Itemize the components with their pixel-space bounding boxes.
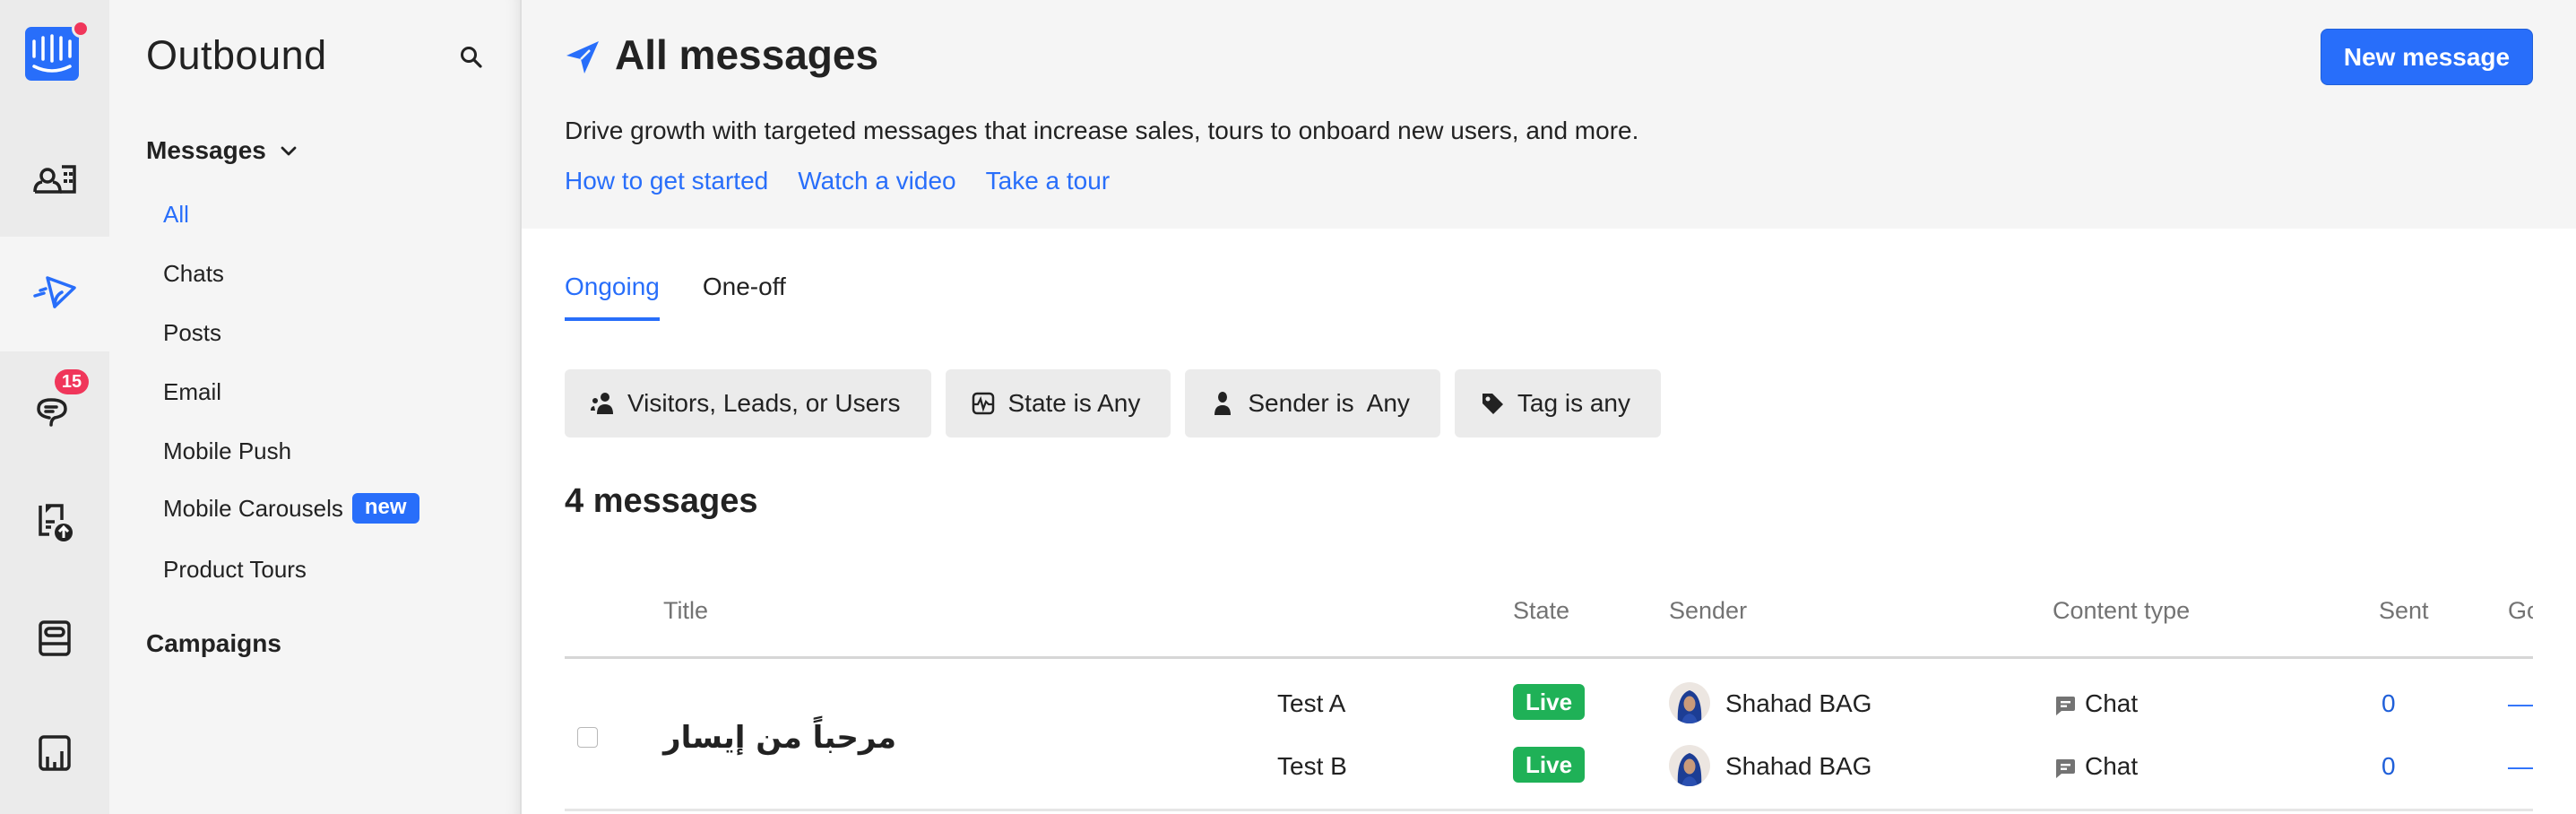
section-label: Campaigns (146, 629, 281, 657)
variant-row: Test A Live Shahad BAG Chat 0 — (565, 673, 2533, 736)
page-description: Drive growth with targeted messages that… (565, 117, 1639, 144)
sidebar-item-label: Email (163, 378, 222, 405)
rail-item-outbound[interactable] (0, 237, 109, 351)
articles-upload-icon (39, 504, 73, 541)
sidebar-item-label: Mobile Carousels (163, 494, 343, 522)
sidebar-item-label: Mobile Push (163, 437, 292, 464)
rail-item-inbox[interactable] (0, 581, 109, 696)
sender-filter[interactable]: Sender is Any (1185, 369, 1440, 437)
sidebar-section-messages[interactable]: Messages (146, 136, 298, 165)
status-badge: Live (1513, 747, 1586, 783)
goal-value: — (2508, 752, 2533, 780)
sender-name: Shahad BAG (1725, 752, 1872, 780)
filter-label: Tag is any (1517, 389, 1630, 417)
outbound-sidebar: Outbound Messages All Chats Posts Email … (109, 0, 522, 814)
goal-value: — (2508, 689, 2533, 717)
sidebar-item-label: Posts (163, 319, 222, 346)
avatar (1669, 682, 1710, 723)
section-label: Messages (146, 136, 266, 164)
rail-item-conversations[interactable]: 15 (0, 351, 109, 466)
outbound-send-icon (33, 276, 76, 308)
sent-count[interactable]: 0 (2382, 689, 2396, 718)
messages-table: Title State Sender Content type Sent Go … (565, 574, 2533, 811)
take-tour-link[interactable]: Take a tour (986, 167, 1111, 195)
filter-label: Sender is (1248, 389, 1354, 417)
inbox-tray-icon (39, 620, 71, 656)
rail-item-contacts[interactable] (0, 122, 109, 237)
rail-item-articles[interactable] (0, 466, 109, 581)
how-to-get-started-link[interactable]: How to get started (565, 167, 768, 195)
variant-name: Test A (1277, 689, 1346, 717)
conversations-count-badge: 15 (55, 369, 89, 394)
column-state[interactable]: State (1513, 597, 1569, 625)
rail-item-reports[interactable] (0, 696, 109, 810)
watch-video-link[interactable]: Watch a video (798, 167, 955, 195)
audience-filter[interactable]: Visitors, Leads, or Users (565, 369, 931, 437)
sidebar-title: Outbound (146, 32, 327, 78)
reports-chart-icon (39, 735, 71, 771)
column-sender[interactable]: Sender (1669, 597, 1747, 625)
message-tabs: Ongoing One-off (565, 273, 786, 321)
help-links: How to get started Watch a video Take a … (565, 167, 1110, 195)
content-type: Chat (2085, 752, 2139, 780)
table-header: Title State Sender Content type Sent Go (565, 574, 2533, 659)
column-sent[interactable]: Sent (2379, 597, 2429, 625)
sidebar-item-label: Chats (163, 260, 224, 287)
tab-one-off[interactable]: One-off (703, 273, 786, 321)
column-title[interactable]: Title (663, 597, 708, 625)
sidebar-item-all[interactable]: All (163, 201, 189, 229)
content-type: Chat (2085, 689, 2139, 717)
intercom-logo-icon[interactable] (25, 27, 79, 81)
message-count: 4 messages (565, 482, 758, 520)
table-row[interactable]: مرحباً من إيسار Test A Live Shahad BAG C… (565, 659, 2533, 811)
notification-dot (72, 20, 90, 38)
chat-icon (2056, 759, 2075, 778)
chevron-down-icon (281, 146, 297, 156)
sidebar-item-product-tours[interactable]: Product Tours (163, 556, 307, 584)
sidebar-item-label: Product Tours (163, 556, 307, 583)
sidebar-item-posts[interactable]: Posts (163, 319, 221, 347)
sidebar-item-email[interactable]: Email (163, 378, 221, 406)
filter-label: State is Any (1007, 389, 1141, 417)
sidebar-item-mobile-push[interactable]: Mobile Push (163, 437, 291, 465)
filter-value: Any (1366, 389, 1410, 417)
tab-ongoing[interactable]: Ongoing (565, 273, 660, 321)
tag-icon (1482, 394, 1503, 414)
filter-bar: Visitors, Leads, or Users State is Any S… (565, 369, 1661, 437)
new-message-button[interactable]: New message (2321, 29, 2533, 85)
main-content: All messages Drive growth with targeted … (522, 0, 2576, 814)
column-goal[interactable]: Go (2508, 597, 2533, 625)
app-rail: 15 (0, 0, 109, 814)
page-title: All messages (615, 31, 879, 78)
contacts-icon (33, 165, 76, 194)
sender-name: Shahad BAG (1725, 689, 1872, 717)
sidebar-item-label: All (163, 201, 189, 228)
variant-row: Test B Live Shahad BAG Chat 0 — (565, 736, 2533, 799)
avatar (1669, 745, 1710, 786)
filter-label: Visitors, Leads, or Users (627, 389, 901, 417)
state-filter[interactable]: State is Any (945, 369, 1171, 437)
column-content-type[interactable]: Content type (2053, 597, 2190, 625)
chat-icon (2056, 697, 2075, 715)
send-icon (566, 41, 599, 74)
page-header: All messages Drive growth with targeted … (522, 0, 2576, 229)
state-pulse-icon (972, 392, 994, 415)
new-badge: new (351, 493, 419, 524)
sidebar-item-mobile-carousels[interactable]: Mobile Carousels new (163, 493, 419, 524)
people-icon (591, 393, 613, 414)
variant-name: Test B (1277, 752, 1347, 780)
sent-count[interactable]: 0 (2382, 752, 2396, 781)
tag-filter[interactable]: Tag is any (1454, 369, 1661, 437)
person-icon (1215, 392, 1232, 415)
sidebar-section-campaigns[interactable]: Campaigns (146, 629, 281, 658)
sidebar-item-chats[interactable]: Chats (163, 260, 224, 288)
search-icon[interactable] (459, 45, 484, 70)
status-badge: Live (1513, 684, 1586, 720)
